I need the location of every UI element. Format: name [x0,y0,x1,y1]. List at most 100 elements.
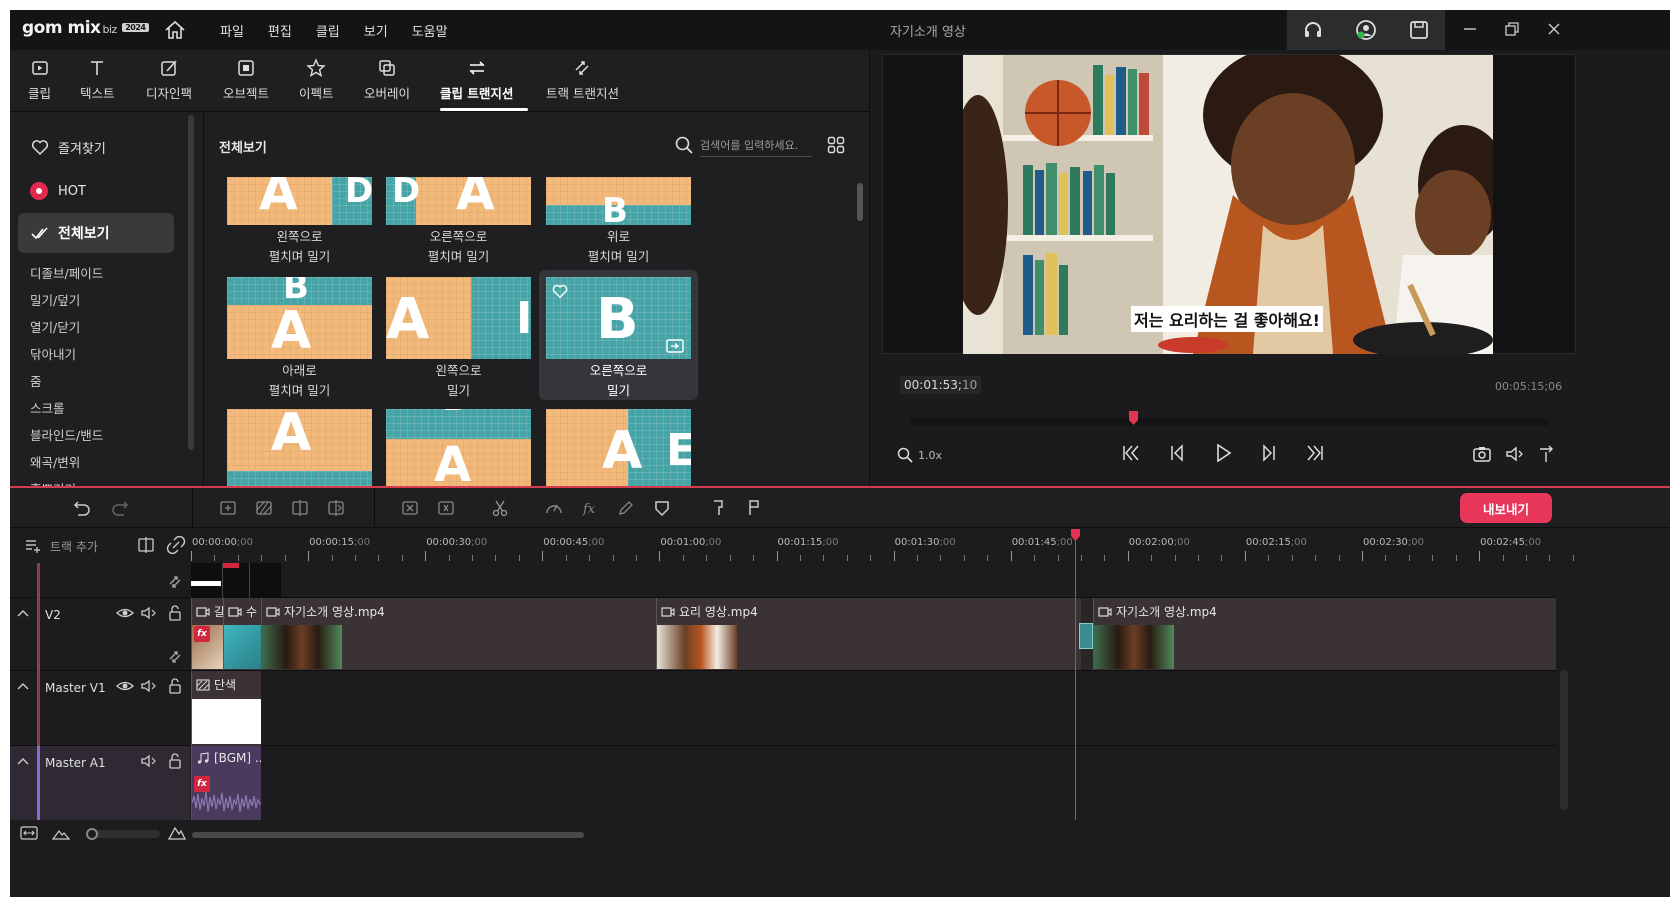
search-icon[interactable] [674,135,694,155]
video-clip[interactable]: 요리 영상.mp4 [656,598,1081,670]
add-track-button[interactable]: 트랙 추가 [24,537,98,555]
timeline-zoom-slider[interactable] [86,828,160,840]
transition-thumbnail[interactable]: B A [227,277,372,359]
subcategory-item[interactable]: 디졸브/페이드 [30,260,103,287]
transition-thumbnail[interactable]: B A [386,409,531,490]
redo-icon[interactable] [110,498,130,518]
solid-color-clip[interactable]: 단색 [191,671,261,746]
add-clip-icon[interactable] [218,498,238,518]
track-master-v1[interactable]: 단색 [191,671,1556,746]
detach-preview-icon[interactable] [1536,444,1556,464]
video-clip[interactable]: 자기소개 영상.mp4 [1093,598,1556,670]
fit-timeline-icon[interactable] [20,825,38,841]
category-hot[interactable]: HOT [18,171,174,211]
delete-clip-icon[interactable] [400,498,420,518]
next-frame-icon[interactable] [1258,442,1280,464]
transition-thumbnail[interactable]: A I [386,277,531,359]
collapse-chevron-icon[interactable] [16,754,30,768]
undo-icon[interactable] [72,498,92,518]
mirror-icon[interactable] [326,498,346,518]
subcategory-item[interactable]: 줌 [30,368,103,395]
pen-icon[interactable] [616,498,636,518]
category-favorites[interactable]: 즐겨찾기 [18,127,174,167]
playhead-line[interactable] [1075,529,1076,834]
apply-to-timeline-icon[interactable] [666,339,684,353]
skip-to-start-icon[interactable] [1120,442,1142,464]
lock-icon[interactable] [166,677,184,695]
audio-clip[interactable]: [BGM] ... fx [191,746,261,821]
tab-clip[interactable]: 클립 [28,58,51,102]
close-icon[interactable] [1544,19,1564,39]
tab-clip-transition[interactable]: 클립 트랜지션 [440,58,513,102]
timeline-ruler[interactable]: 00:00:00;00 00:00:15;00 00:00:30;00 00:00:4… [191,529,1574,563]
collapse-chevron-icon[interactable] [16,606,30,620]
subcategory-item[interactable]: 블라인드/밴드 [30,422,103,449]
snapshot-icon[interactable] [1472,444,1492,464]
speed-icon[interactable] [544,498,564,518]
zoom-slider-knob[interactable] [86,828,98,840]
scrubber-handle[interactable] [1129,411,1139,425]
menu-view[interactable]: 보기 [364,21,388,40]
transition-thumbnail[interactable]: A D [386,177,531,225]
subcategory-item[interactable]: 열기/닫기 [30,314,103,341]
menu-clip[interactable]: 클립 [316,21,340,40]
lock-icon[interactable] [166,752,184,770]
menu-help[interactable]: 도움말 [412,21,448,40]
transition-thumbnail[interactable]: A [227,409,372,490]
preview-zoom[interactable]: 1.0x [896,446,942,464]
subcategory-item[interactable]: 왜곡/변위 [30,449,103,476]
zoom-in-mountain-icon[interactable] [168,825,186,841]
mosaic-icon[interactable] [254,498,274,518]
subcategory-item[interactable]: 스크롤 [30,395,103,422]
gallery-scrollbar[interactable] [857,183,863,221]
transition-block[interactable] [191,563,281,598]
timeline-horizontal-scrollbar[interactable] [192,832,584,838]
split-view-icon[interactable] [290,498,310,518]
subcategory-item[interactable]: 밀기/덮기 [30,287,103,314]
transition-thumbnail-selected[interactable]: B [546,277,691,359]
fx-icon[interactable]: fx [580,498,600,518]
tab-track-transition[interactable]: 트랙 트랜지션 [546,58,619,102]
track-transition-small-icon[interactable] [166,648,184,666]
visibility-eye-icon[interactable] [116,604,134,622]
category-scrollbar[interactable] [188,115,194,450]
play-icon[interactable] [1212,442,1234,464]
marker-in-icon[interactable] [708,498,728,518]
zoom-out-mountain-icon[interactable] [52,825,70,841]
tab-object[interactable]: 오브젝트 [223,58,269,102]
track-transition-small-icon[interactable] [166,573,184,591]
mute-icon[interactable] [140,677,158,695]
lock-icon[interactable] [166,604,184,622]
collapse-chevron-icon[interactable] [16,679,30,693]
mute-icon[interactable] [140,752,158,770]
restore-icon[interactable] [1502,19,1522,39]
search-input[interactable] [700,135,812,157]
favorite-heart-icon[interactable] [551,282,569,300]
video-clip[interactable]: 갈 fx [191,598,223,670]
tab-design-pack[interactable]: 디자인팩 [146,58,192,102]
link-icon[interactable] [166,535,186,555]
menu-edit[interactable]: 편집 [268,21,292,40]
marker-out-icon[interactable] [744,498,764,518]
headset-icon[interactable] [1302,19,1324,41]
transition-thumbnail[interactable]: A E [546,409,691,490]
export-button[interactable]: 내보내기 [1460,493,1552,523]
track-v2[interactable]: 갈 fx 수 자기소개 영상.mp4 [191,598,1556,671]
transition-track[interactable] [191,563,1556,598]
subcategory-item[interactable]: 닦아내기 [30,341,103,368]
skip-to-end-icon[interactable] [1304,442,1326,464]
snap-icon[interactable] [136,535,156,555]
video-clip[interactable]: 수 [223,598,261,670]
tab-effect[interactable]: 이펙트 [299,58,334,102]
track-master-a1[interactable]: [BGM] ... fx [191,746,1556,821]
home-icon[interactable] [164,20,186,40]
volume-icon[interactable] [1504,444,1524,464]
minimize-icon[interactable] [1460,19,1480,39]
shield-icon[interactable] [652,498,672,518]
timeline-vertical-scrollbar[interactable] [1560,670,1568,810]
scissors-icon[interactable] [490,498,510,518]
save-icon[interactable] [1408,19,1430,41]
prev-frame-icon[interactable] [1166,442,1188,464]
tab-text[interactable]: 텍스트 [80,58,115,102]
category-all[interactable]: 전체보기 [18,213,174,253]
